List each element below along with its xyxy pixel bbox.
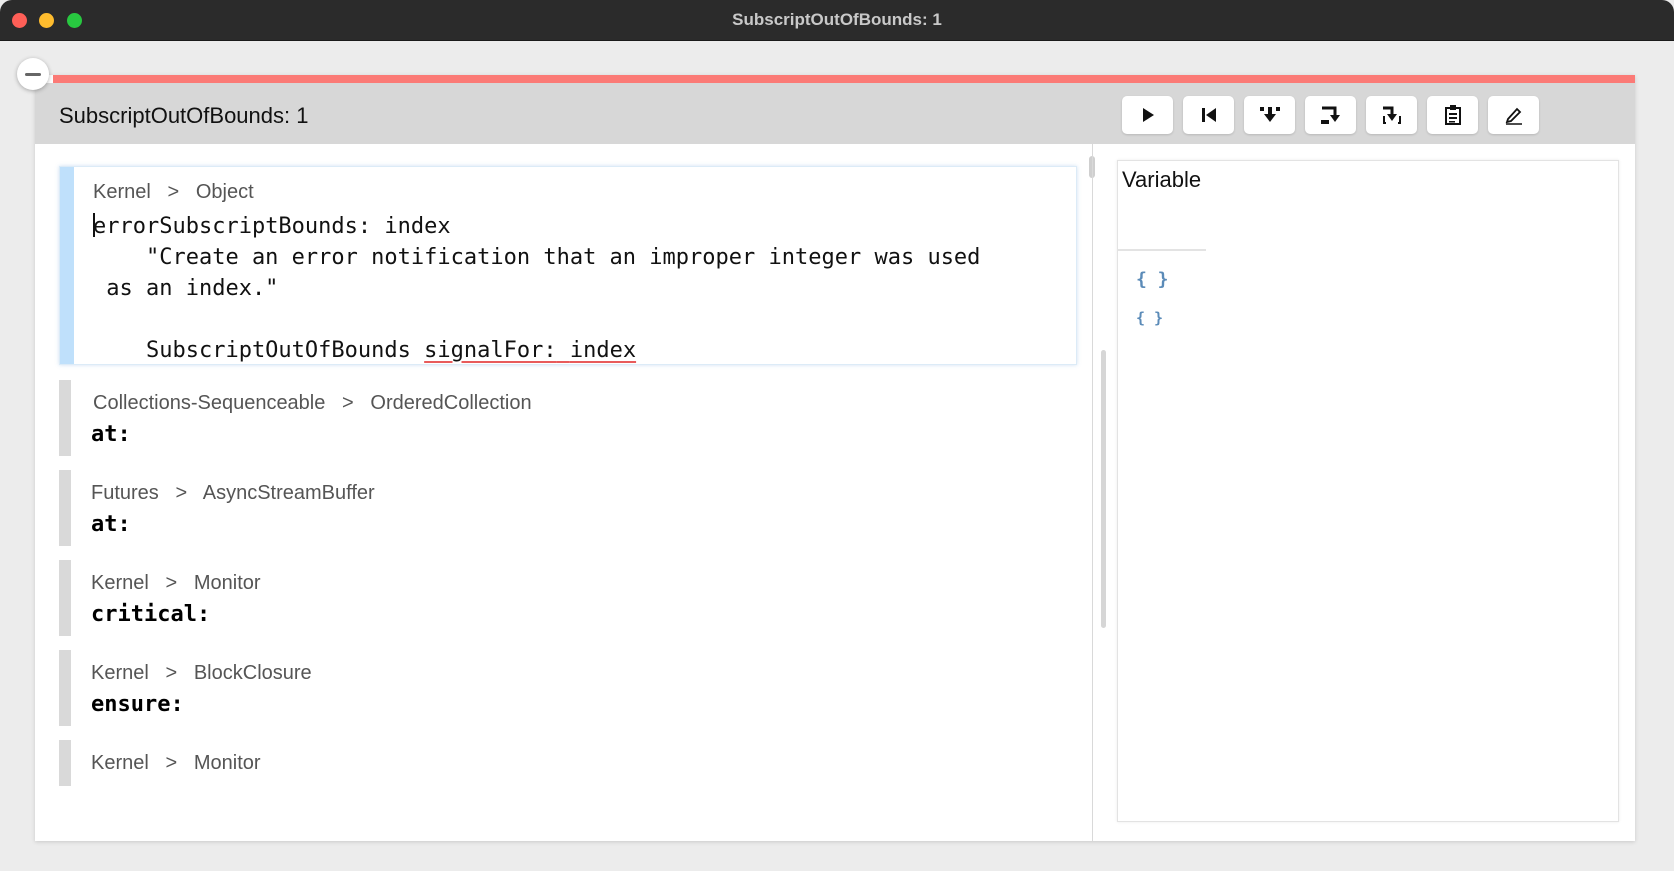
play-icon [1142,108,1154,122]
variables-panel: Variable { } { } [1117,160,1619,822]
step-through-button[interactable] [1366,96,1417,134]
variable-item-icon[interactable]: { } [1136,269,1169,290]
breadcrumb-separator: > [167,181,180,203]
frame-marker [60,167,74,364]
frame-package: Kernel [91,572,149,594]
frame-class: Object [195,181,254,203]
frame-breadcrumb: Kernel > Monitor [91,752,261,775]
frame-selector: ensure: [91,692,184,717]
code-line-5-keyword: signalFor: [424,338,557,363]
frame-class: AsyncStreamBuffer [202,482,375,504]
frame-class: Monitor [193,572,261,594]
stack-frame[interactable]: Kernel > Monitor critical: [59,560,1077,636]
stack-frame[interactable]: Collections-Sequenceable > OrderedCollec… [59,380,1077,456]
frame-package: Kernel [91,752,149,774]
edit-icon [1505,107,1522,125]
frame-breadcrumb: Futures > AsyncStreamBuffer [91,482,375,505]
method-source-editor[interactable]: errorSubscriptBounds: index "Create an e… [93,211,980,366]
frame-marker [59,470,71,546]
right-scrollbar[interactable] [1101,350,1106,628]
restart-icon [1201,108,1216,122]
frame-selector: critical: [91,602,211,627]
code-line-3: as an index." [93,276,279,301]
frame-marker [59,380,71,456]
variable-item-icon[interactable]: { } [1136,309,1163,327]
code-line-2: "Create an error notification that an im… [93,245,981,270]
frame-marker [59,560,71,636]
breadcrumb-separator: > [165,752,178,774]
code-line-1: rrorSubscriptBounds: index [106,214,451,239]
breadcrumb-separator: > [342,392,354,414]
step-over-icon [1320,106,1340,124]
minus-icon [25,72,41,76]
debugger-window: SubscriptOutOfBounds: 1 SubscriptOutOfBo… [0,0,1674,871]
code-line-5-prefix: SubscriptOutOfBounds [93,338,425,363]
step-into-button[interactable] [1244,96,1295,134]
frame-class: BlockClosure [193,662,312,684]
title-bar: SubscriptOutOfBounds: 1 [0,0,1674,41]
frame-class: OrderedCollection [370,392,532,414]
frame-breadcrumb: Kernel > Monitor [91,572,261,595]
frame-selector: at: [91,422,131,447]
debugger-content: Kernel > Object errorSubscriptBounds: in… [35,144,1635,841]
frame-marker [59,650,71,726]
frame-breadcrumb: Kernel > BlockClosure [91,662,312,685]
frame-class: Monitor [193,752,261,774]
stack-frame-selected[interactable]: Kernel > Object errorSubscriptBounds: in… [59,166,1077,365]
resume-button[interactable] [1122,96,1173,134]
exception-indicator-bar [53,75,1635,83]
header-underline [1118,249,1206,251]
panel-title: SubscriptOutOfBounds: 1 [59,103,309,128]
code-line-5-arg: index [569,338,637,363]
frame-breadcrumb: Collections-Sequenceable > OrderedCollec… [93,392,532,415]
frame-package: Kernel [91,662,149,684]
pane-divider[interactable] [1092,144,1093,841]
frame-breadcrumb: Kernel > Object [93,181,254,204]
stack-frame[interactable]: Kernel > Monitor [59,740,1077,786]
step-into-icon [1259,107,1280,122]
breadcrumb-separator: > [165,572,178,594]
frame-marker [59,740,71,786]
collapse-button[interactable] [17,58,49,90]
window-title: SubscriptOutOfBounds: 1 [732,10,942,29]
frame-package: Collections-Sequenceable [93,392,326,414]
restart-button[interactable] [1183,96,1234,134]
breadcrumb-separator: > [165,662,178,684]
stack-frame[interactable]: Futures > AsyncStreamBuffer at: [59,470,1077,546]
frame-selector: at: [91,512,131,537]
clipboard-icon [1444,105,1461,125]
breadcrumb-separator: > [175,482,188,504]
debugger-toolbar: SubscriptOutOfBounds: 1 [35,83,1635,144]
code-line-5-gap [557,338,570,363]
debugger-panel: SubscriptOutOfBounds: 1 Kernel > Object … [35,75,1635,841]
step-through-icon [1382,106,1401,124]
copy-stack-button[interactable] [1427,96,1478,134]
edit-button[interactable] [1488,96,1539,134]
stack-frame[interactable]: Kernel > BlockClosure ensure: [59,650,1077,726]
variables-column-header: Variable [1122,167,1202,192]
code-line-1-first: e [93,214,107,239]
frame-package: Kernel [93,181,151,203]
frame-package: Futures [91,482,159,504]
step-over-button[interactable] [1305,96,1356,134]
